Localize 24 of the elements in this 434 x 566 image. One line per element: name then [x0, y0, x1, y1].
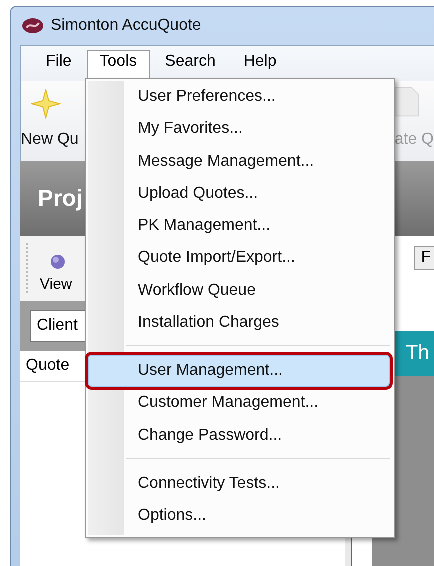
menu-item[interactable]: Tools: [86, 50, 150, 81]
menu-item[interactable]: Change Password...: [86, 420, 394, 452]
menu-item[interactable]: Upload Quotes...: [86, 178, 394, 210]
app-logo-icon: [22, 18, 44, 34]
menu-item[interactable]: User Management...: [88, 355, 390, 388]
window-title: Simonton AccuQuote: [51, 17, 202, 35]
menu-item[interactable]: File: [33, 50, 85, 81]
view-button[interactable]: View: [40, 276, 72, 293]
menu-item[interactable]: Customer Management...: [86, 387, 394, 420]
toolbar-button[interactable]: New Qu: [21, 131, 79, 149]
menu-item[interactable]: Message Management...: [86, 146, 394, 178]
panel-title: Proj: [38, 185, 83, 212]
menu-item[interactable]: Search: [152, 50, 229, 81]
menu-item[interactable]: Connectivity Tests...: [86, 468, 394, 500]
menu-item[interactable]: My Favorites...: [86, 113, 394, 146]
menu-item[interactable]: Help: [230, 50, 290, 81]
menu-item[interactable]: PK Management...: [86, 210, 394, 242]
panel-button[interactable]: F: [414, 246, 434, 270]
document-icon: [392, 87, 422, 117]
menu-item[interactable]: Options...: [86, 500, 394, 533]
star-icon: [31, 89, 61, 119]
menu-item[interactable]: User Preferences...: [86, 81, 394, 114]
menu-item[interactable]: Workflow Queue: [86, 274, 394, 308]
menu-item[interactable]: Quote Import/Export...: [86, 242, 394, 275]
